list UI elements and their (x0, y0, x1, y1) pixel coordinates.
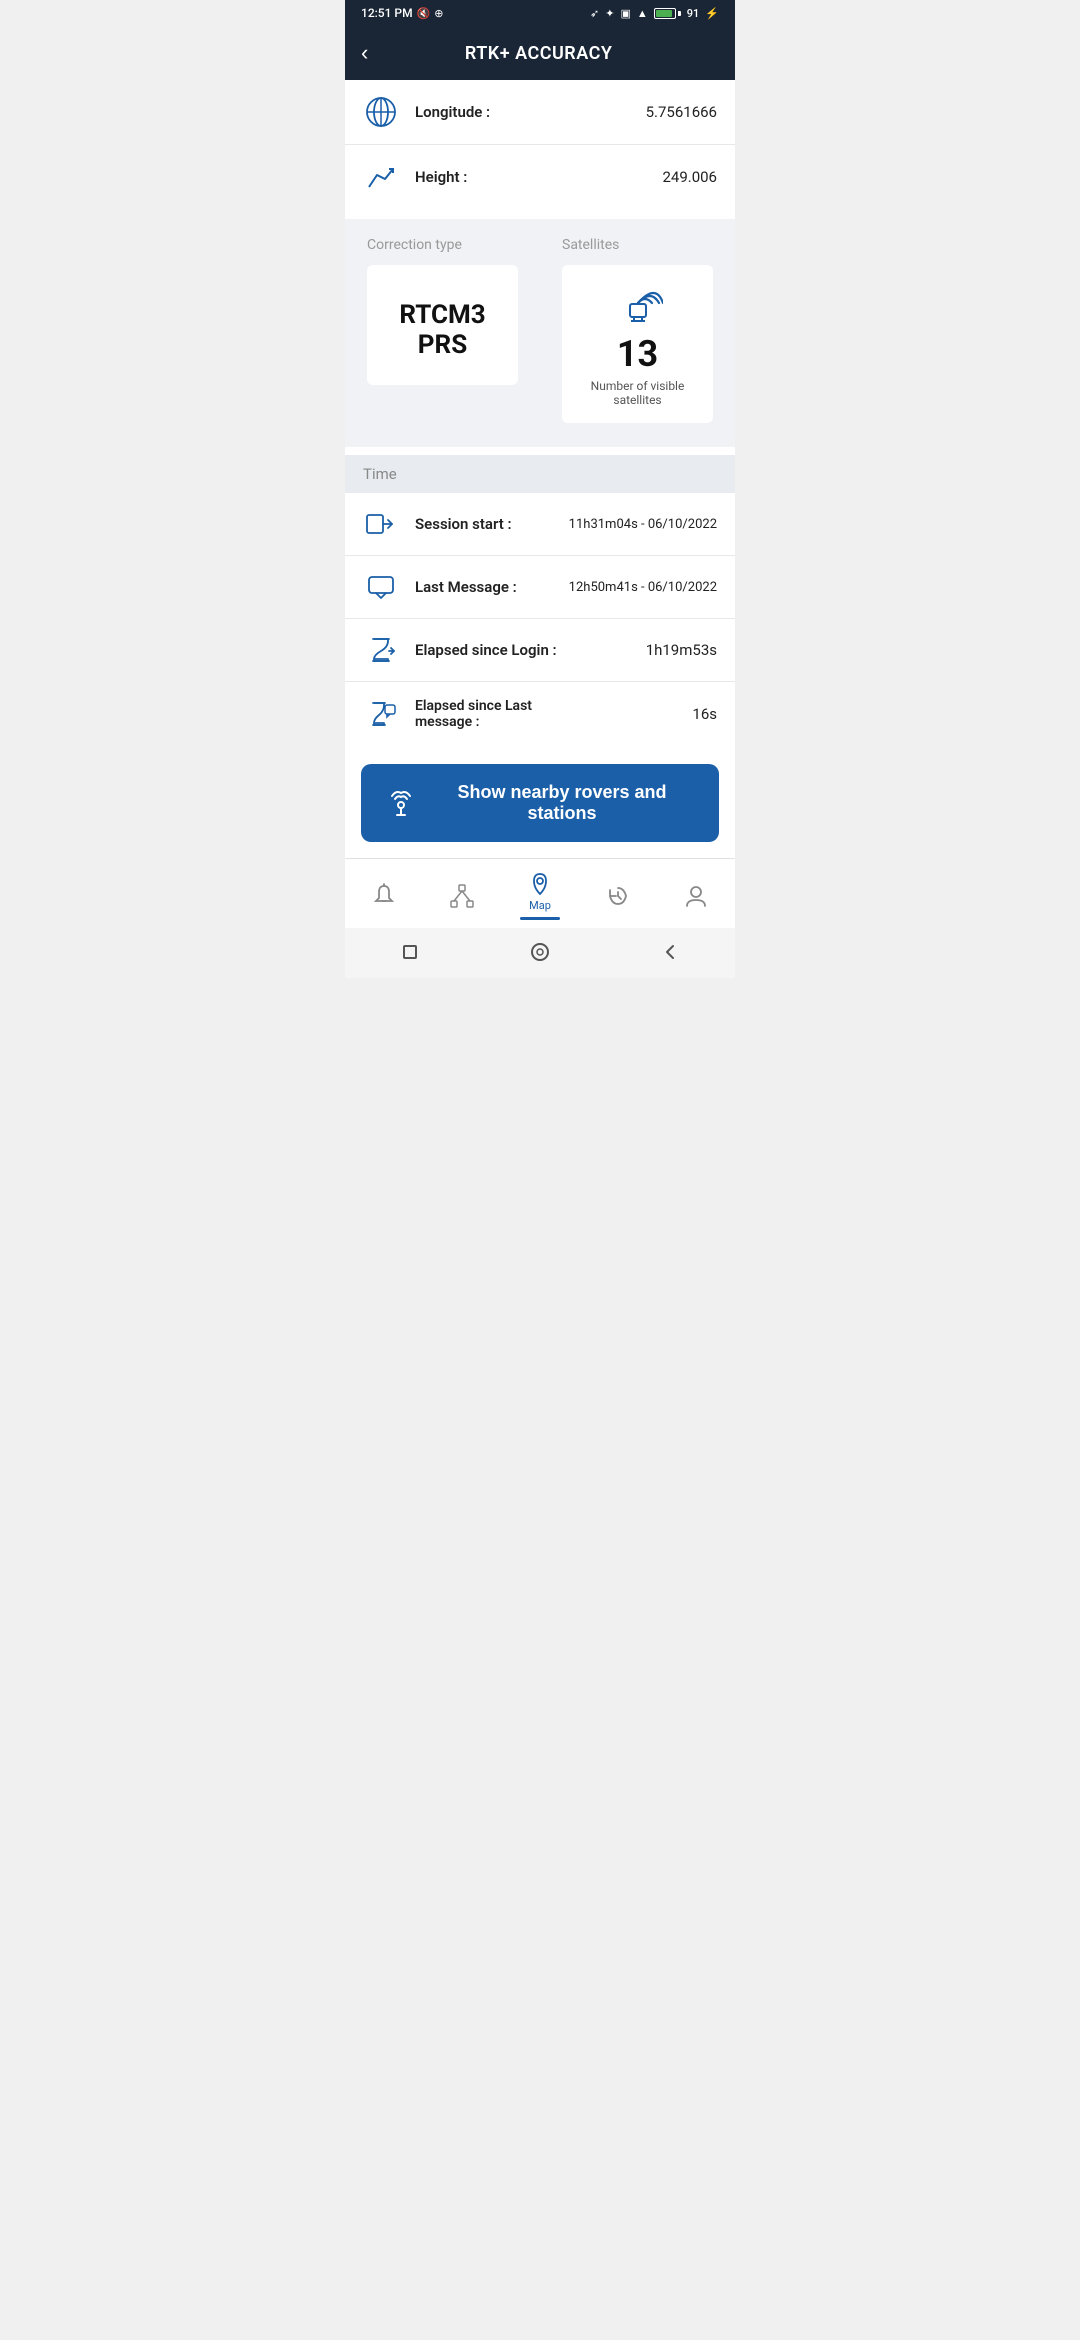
correction-type-card: Correction type RTCM3 PRS (353, 227, 532, 439)
header: ‹ RTK+ ACCURACY (345, 26, 735, 80)
battery-percent: 91 (687, 7, 700, 20)
sys-square-button[interactable] (396, 938, 424, 966)
height-row: Height : 249.006 (345, 145, 735, 209)
longitude-value: 5.7561666 (646, 103, 717, 121)
profile-icon (683, 883, 709, 909)
last-message-row: Last Message : 12h50m41s - 06/10/2022 (345, 556, 735, 619)
nav-profile[interactable] (657, 879, 735, 913)
sim-icon: ▣ (620, 7, 630, 20)
satellites-title: Satellites (562, 237, 713, 253)
correction-type-title: Correction type (367, 237, 518, 253)
arrow-icon: ➶ (590, 7, 599, 20)
map-label: Map (529, 899, 551, 912)
bluetooth-icon: ✦ (605, 7, 614, 20)
longitude-row: Longitude : 5.7561666 (345, 80, 735, 145)
satellite-count: 13 (617, 333, 658, 375)
antenna-icon (385, 787, 417, 819)
last-message-icon (363, 572, 399, 602)
time-section: Time Session start : 11h31m04s - 06/10/2… (345, 455, 735, 746)
charging-icon: ⚡ (705, 7, 719, 20)
time-section-header: Time (345, 455, 735, 493)
elapsed-last-value: 16s (692, 705, 717, 723)
back-button[interactable]: ‹ (361, 40, 376, 66)
elapsed-login-value: 1h19m53s (646, 641, 717, 659)
last-message-label: Last Message : (415, 578, 553, 596)
wifi-signal-icon: ▲ (637, 7, 648, 20)
cards-row: Correction type RTCM3 PRS Satellites (345, 219, 735, 447)
history-icon (605, 883, 631, 909)
sys-home-button[interactable] (526, 938, 554, 966)
show-nearby-label: Show nearby rovers and stations (429, 782, 695, 824)
correction-type-value: RTCM3 PRS (379, 300, 506, 360)
session-start-row: Session start : 11h31m04s - 06/10/2022 (345, 493, 735, 556)
longitude-label: Longitude : (415, 103, 630, 121)
show-nearby-button[interactable]: Show nearby rovers and stations (361, 764, 719, 842)
satellites-inner: 13 Number of visible satellites (562, 265, 713, 423)
elapsed-login-row: Elapsed since Login : 1h19m53s (345, 619, 735, 682)
correction-type-inner: RTCM3 PRS (367, 265, 518, 385)
status-right: ➶ ✦ ▣ ▲ 91 ⚡ (590, 7, 719, 20)
sys-back-button[interactable] (656, 938, 684, 966)
elapsed-last-label2: message : (415, 714, 676, 730)
bell-icon (371, 883, 397, 909)
location-icon: ⊕ (434, 7, 443, 20)
map-active-indicator (520, 917, 560, 920)
elapsed-last-label: Elapsed since Last (415, 698, 676, 714)
height-icon (363, 161, 399, 193)
satellite-signal-icon (613, 281, 663, 325)
nav-nodes[interactable] (423, 879, 501, 913)
page-title: RTK+ ACCURACY (388, 43, 719, 64)
time-display: 12:51 PM (361, 6, 413, 20)
system-nav-bar (345, 928, 735, 978)
main-content: Longitude : 5.7561666 Height : 249.006 C… (345, 80, 735, 858)
bottom-navigation: Map (345, 858, 735, 928)
session-start-label: Session start : (415, 515, 553, 533)
longitude-icon (363, 96, 399, 128)
height-value: 249.006 (662, 168, 717, 186)
coordinates-section: Longitude : 5.7561666 Height : 249.006 (345, 80, 735, 209)
battery-icon (654, 8, 681, 19)
nodes-icon (449, 883, 475, 909)
elapsed-last-icon (363, 699, 399, 729)
nav-history[interactable] (579, 879, 657, 913)
height-label: Height : (415, 168, 646, 186)
session-start-value: 11h31m04s - 06/10/2022 (569, 517, 717, 532)
nav-map[interactable]: Map (501, 867, 579, 924)
elapsed-login-label: Elapsed since Login : (415, 641, 630, 659)
satellites-card: Satellites 13 Number of visible satellit… (548, 227, 727, 439)
last-message-value: 12h50m41s - 06/10/2022 (569, 580, 717, 595)
elapsed-login-icon (363, 635, 399, 665)
status-time: 12:51 PM 🔇 ⊕ (361, 6, 444, 20)
session-start-icon (363, 509, 399, 539)
mute-icon: 🔇 (417, 7, 431, 20)
map-icon (527, 871, 553, 897)
status-bar: 12:51 PM 🔇 ⊕ ➶ ✦ ▣ ▲ 91 ⚡ (345, 0, 735, 26)
elapsed-last-row: Elapsed since Last message : 16s (345, 682, 735, 746)
nav-notifications[interactable] (345, 879, 423, 913)
satellite-label: Number of visible satellites (574, 379, 701, 407)
